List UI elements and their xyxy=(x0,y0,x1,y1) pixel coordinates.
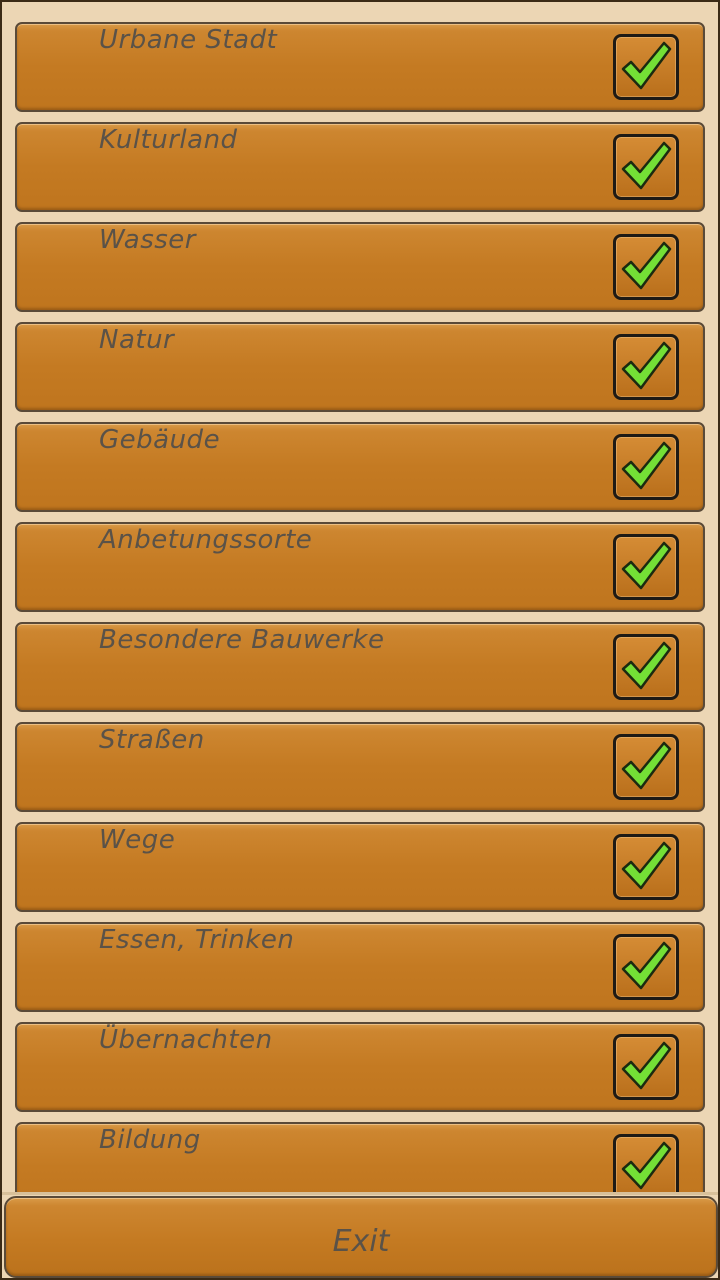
category-label: Urbane Stadt xyxy=(99,25,278,55)
checkmark-icon xyxy=(621,441,672,490)
category-label: Übernachten xyxy=(99,1025,273,1055)
category-label: Bildung xyxy=(99,1125,201,1155)
checkmark-icon xyxy=(621,1041,672,1090)
category-checkbox[interactable] xyxy=(613,134,679,200)
category-label: Kulturland xyxy=(99,125,238,155)
category-row-urbane-stadt[interactable]: Urbane Stadt xyxy=(15,22,705,112)
category-label: Natur xyxy=(99,325,175,355)
category-row-besondere-bauwerke[interactable]: Besondere Bauwerke xyxy=(15,622,705,712)
category-checkbox[interactable] xyxy=(613,234,679,300)
category-label: Gebäude xyxy=(99,425,221,455)
category-checkbox[interactable] xyxy=(613,1134,679,1194)
category-row-uebernachten[interactable]: Übernachten xyxy=(15,1022,705,1112)
category-checkbox[interactable] xyxy=(613,434,679,500)
category-checkbox[interactable] xyxy=(613,934,679,1000)
category-row-bildung[interactable]: Bildung xyxy=(15,1122,705,1194)
checkmark-icon xyxy=(621,841,672,890)
category-row-essen-trinken[interactable]: Essen, Trinken xyxy=(15,922,705,1012)
category-list[interactable]: Urbane Stadt Kulturland Wasser Natur Geb xyxy=(2,2,718,1194)
category-label: Anbetungssorte xyxy=(99,525,313,555)
exit-button-label: Exit xyxy=(332,1224,390,1259)
category-checkbox[interactable] xyxy=(613,34,679,100)
category-label: Wasser xyxy=(99,225,196,255)
checkmark-icon xyxy=(621,241,672,290)
category-checkbox[interactable] xyxy=(613,334,679,400)
category-row-gebaeude[interactable]: Gebäude xyxy=(15,422,705,512)
category-row-wege[interactable]: Wege xyxy=(15,822,705,912)
checkmark-icon xyxy=(621,1141,672,1190)
list-bottom-edge xyxy=(2,1192,718,1195)
category-label: Straßen xyxy=(99,725,205,755)
category-row-strassen[interactable]: Straßen xyxy=(15,722,705,812)
category-row-natur[interactable]: Natur xyxy=(15,322,705,412)
category-row-kulturland[interactable]: Kulturland xyxy=(15,122,705,212)
category-label: Essen, Trinken xyxy=(99,925,295,955)
category-checkbox[interactable] xyxy=(613,1034,679,1100)
checkmark-icon xyxy=(621,741,672,790)
checkmark-icon xyxy=(621,41,672,90)
exit-button[interactable]: Exit xyxy=(4,1196,718,1278)
checkmark-icon xyxy=(621,141,672,190)
checkmark-icon xyxy=(621,541,672,590)
category-checkbox[interactable] xyxy=(613,634,679,700)
category-checkbox[interactable] xyxy=(613,734,679,800)
checkmark-icon xyxy=(621,641,672,690)
category-checkbox[interactable] xyxy=(613,834,679,900)
category-label: Besondere Bauwerke xyxy=(99,625,385,655)
category-row-anbetungssorte[interactable]: Anbetungssorte xyxy=(15,522,705,612)
category-label: Wege xyxy=(99,825,176,855)
app-frame: Urbane Stadt Kulturland Wasser Natur Geb xyxy=(0,0,720,1280)
category-row-wasser[interactable]: Wasser xyxy=(15,222,705,312)
category-checkbox[interactable] xyxy=(613,534,679,600)
checkmark-icon xyxy=(621,941,672,990)
checkmark-icon xyxy=(621,341,672,390)
